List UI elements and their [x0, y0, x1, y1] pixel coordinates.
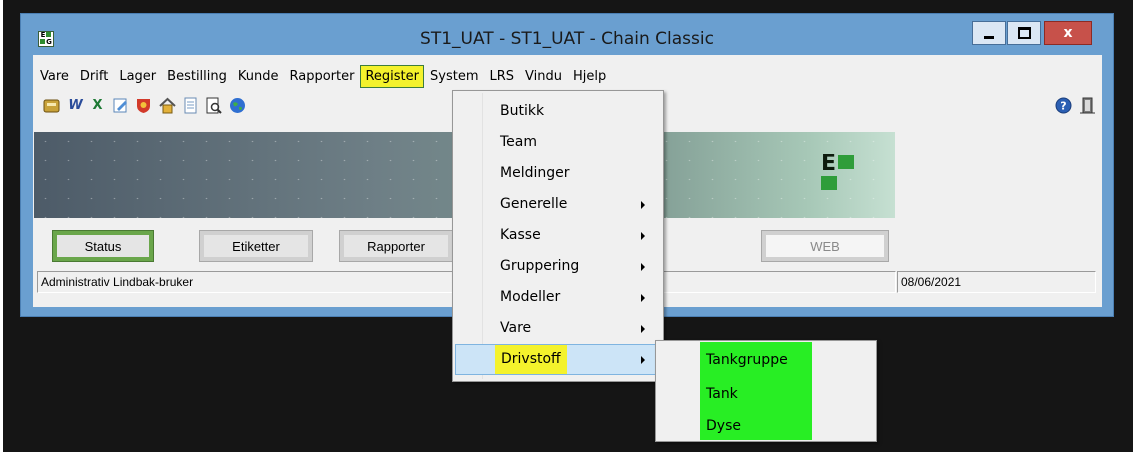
submenu-arrow-icon	[641, 325, 645, 333]
submenu-item-tankgruppe[interactable]: Tankgruppe	[706, 350, 788, 370]
drivstoff-submenu: Tankgruppe Tank Dyse	[655, 340, 877, 442]
rapporter-button[interactable]: Rapporter	[339, 230, 453, 262]
menu-item-kasse[interactable]: Kasse	[455, 220, 661, 251]
svg-text:?: ?	[1060, 100, 1066, 113]
user-status-field: Administrativ Lindbak-bruker	[37, 271, 455, 293]
menu-item-generelle[interactable]: Generelle	[455, 189, 661, 220]
menu-item-gruppering[interactable]: Gruppering	[455, 251, 661, 282]
submenu-arrow-icon	[641, 356, 645, 364]
print-preview-icon[interactable]	[205, 97, 222, 114]
register-dropdown-menu: Butikk Team Meldinger Generelle Kasse Gr…	[452, 90, 664, 382]
close-icon: x	[1063, 25, 1073, 41]
menu-rapporter[interactable]: Rapporter	[285, 65, 360, 88]
menu-bestilling[interactable]: Bestilling	[162, 65, 232, 88]
close-button[interactable]: x	[1044, 21, 1092, 45]
menu-register[interactable]: Register	[360, 64, 424, 88]
menu-kunde[interactable]: Kunde	[233, 65, 284, 88]
menu-item-modeller[interactable]: Modeller	[455, 282, 661, 313]
home-icon[interactable]	[159, 97, 176, 114]
minimize-button[interactable]	[972, 21, 1006, 45]
maximize-button[interactable]	[1007, 21, 1041, 45]
excel-icon[interactable]: X	[89, 97, 106, 114]
word-icon[interactable]: W	[67, 97, 84, 114]
menu-item-team[interactable]: Team	[455, 127, 661, 158]
menu-lager[interactable]: Lager	[114, 65, 161, 88]
exit-door-icon[interactable]	[1079, 97, 1096, 114]
help-icon[interactable]: ?	[1055, 97, 1072, 114]
menu-item-vare[interactable]: Vare	[455, 313, 661, 344]
title-bar[interactable]: E G ST1_UAT - ST1_UAT - Chain Classic x	[21, 14, 1113, 54]
maximize-icon	[1017, 27, 1031, 39]
submenu-arrow-icon	[641, 294, 645, 302]
submenu-arrow-icon	[641, 232, 645, 240]
globe-icon[interactable]	[229, 97, 246, 114]
date-status-field: 08/06/2021	[897, 271, 1096, 293]
window-title: ST1_UAT - ST1_UAT - Chain Classic	[420, 29, 714, 49]
edit-icon[interactable]	[112, 97, 129, 114]
shield-icon[interactable]	[135, 97, 152, 114]
submenu-item-dyse[interactable]: Dyse	[706, 416, 741, 436]
web-button[interactable]: WEB	[761, 230, 889, 262]
calculator-icon[interactable]	[43, 97, 60, 114]
submenu-item-tank[interactable]: Tank	[706, 384, 738, 404]
document-icon[interactable]	[182, 97, 199, 114]
submenu-arrow-icon	[641, 201, 645, 209]
minimize-icon	[984, 35, 994, 39]
menu-lrs[interactable]: LRS	[484, 65, 519, 88]
menu-vindu[interactable]: Vindu	[520, 65, 567, 88]
submenu-arrow-icon	[641, 263, 645, 271]
menu-item-meldinger[interactable]: Meldinger	[455, 158, 661, 189]
menu-hjelp[interactable]: Hjelp	[568, 65, 611, 88]
status-button[interactable]: Status	[52, 230, 154, 262]
menu-vare[interactable]: Vare	[35, 65, 74, 88]
menu-item-drivstoff[interactable]: Drivstoff	[455, 344, 661, 375]
menu-system[interactable]: System	[425, 65, 483, 88]
menu-bar: Vare Drift Lager Bestilling Kunde Rappor…	[33, 63, 1102, 89]
eg-logo: EG	[820, 154, 866, 194]
menu-drift[interactable]: Drift	[75, 65, 113, 88]
etiketter-button[interactable]: Etiketter	[199, 230, 313, 262]
menu-item-butikk[interactable]: Butikk	[455, 96, 661, 127]
